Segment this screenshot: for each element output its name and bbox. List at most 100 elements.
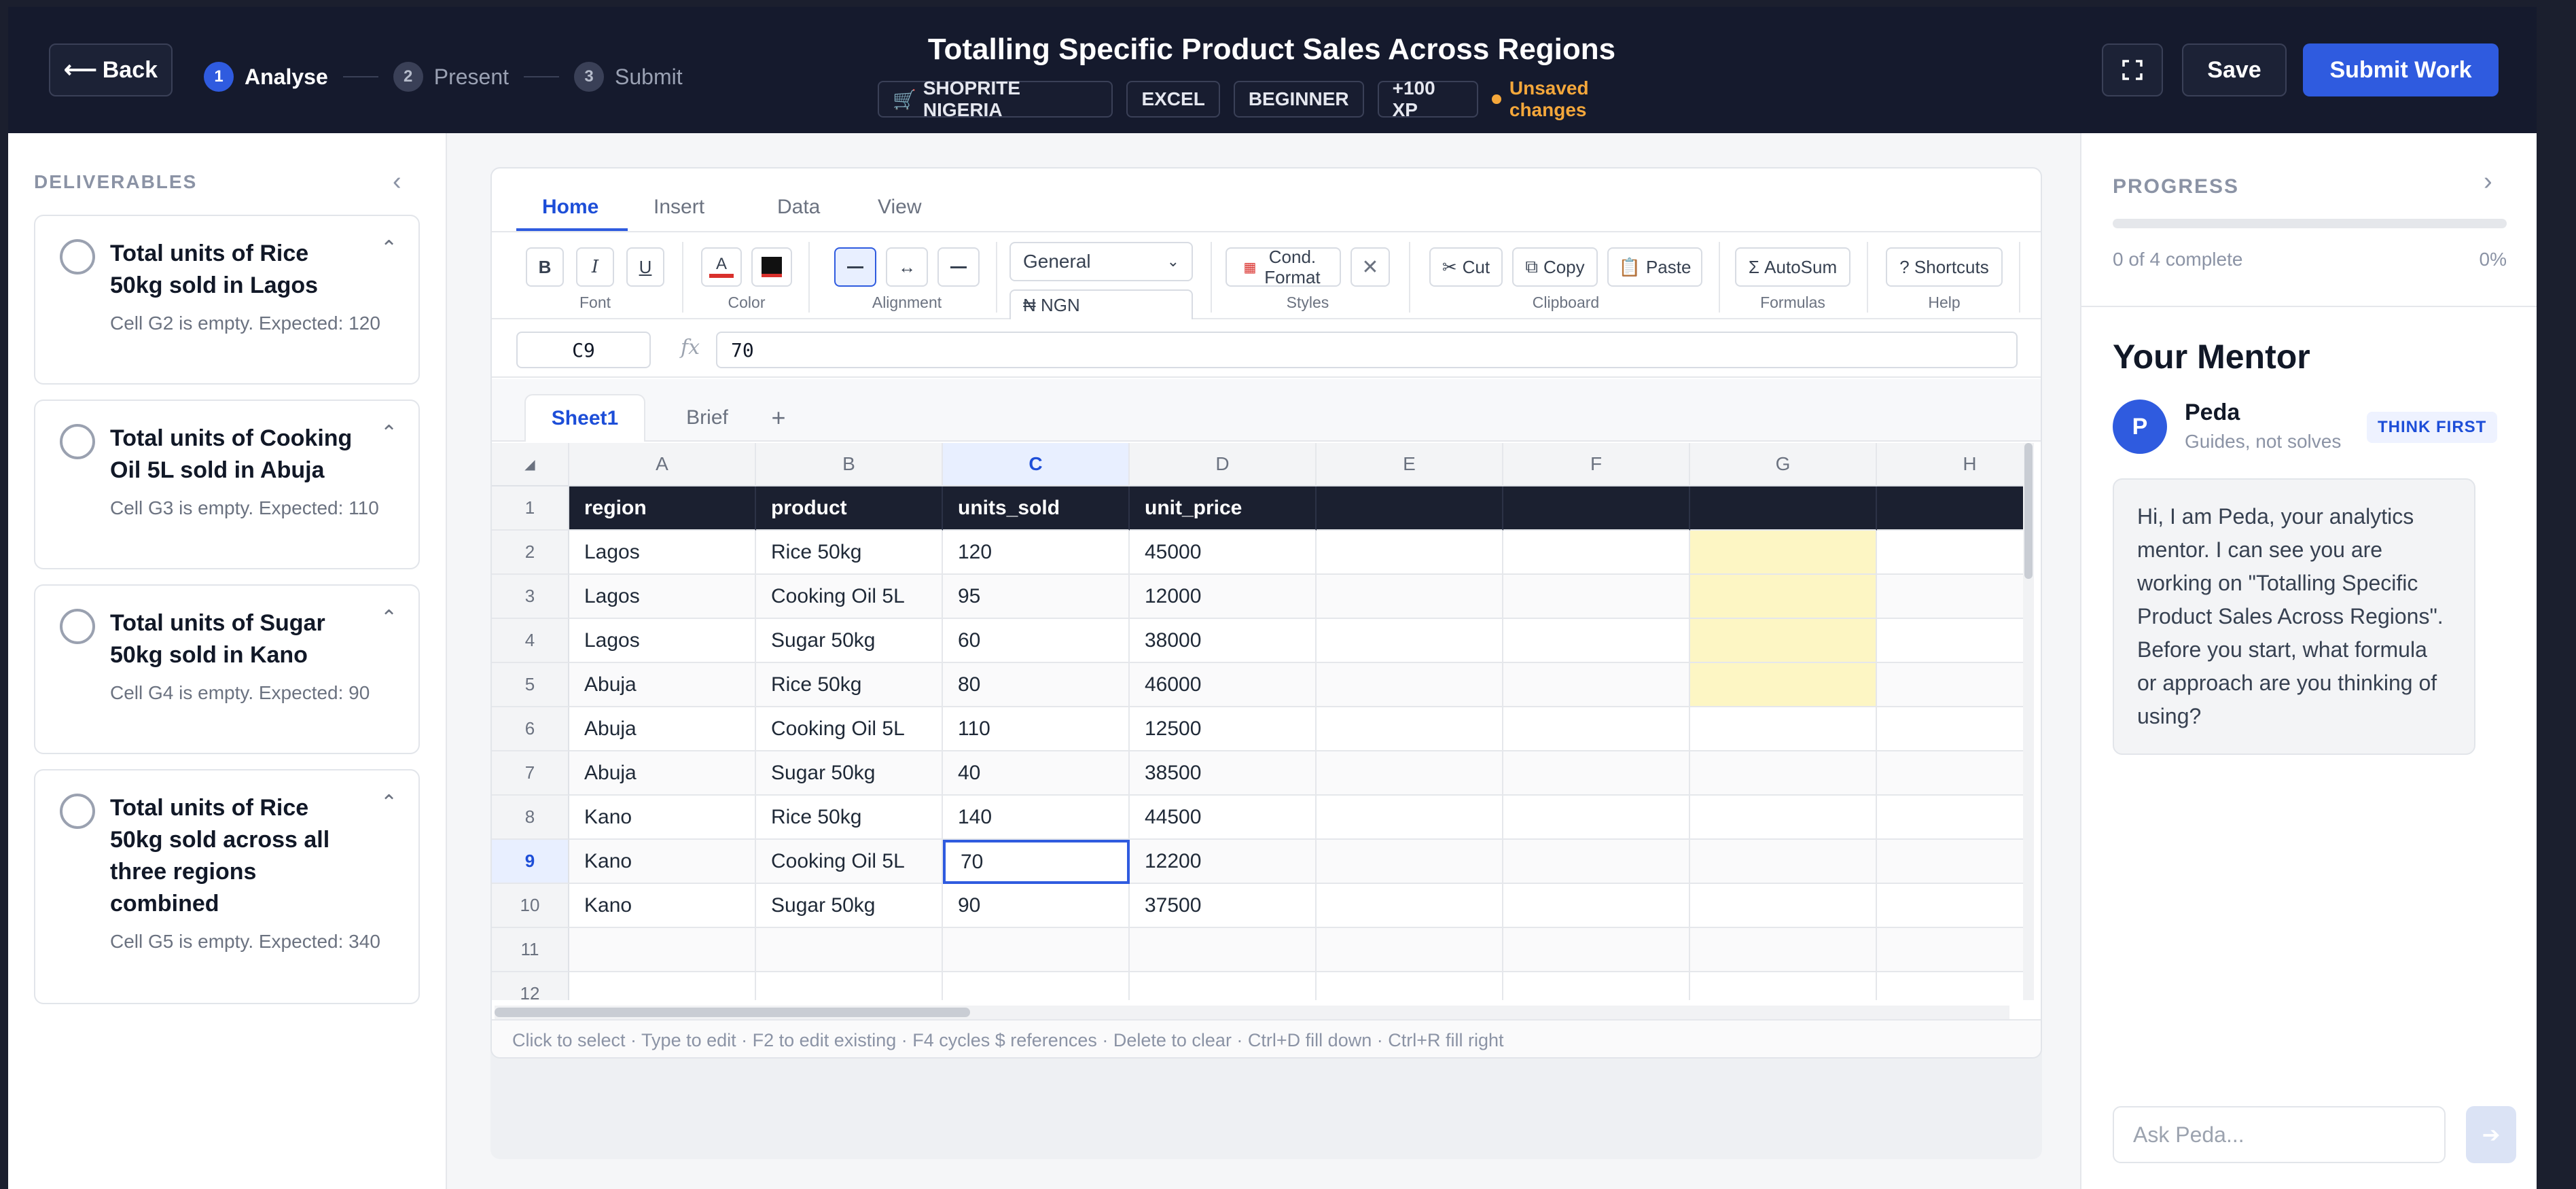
ask-mentor-input[interactable]: Ask Peda... xyxy=(2113,1106,2446,1163)
grid-cell[interactable]: Abuja xyxy=(569,663,756,707)
add-sheet-button[interactable]: + xyxy=(758,394,799,442)
grid-cell[interactable]: 60 xyxy=(943,619,1130,663)
grid-cell[interactable]: 95 xyxy=(943,575,1130,619)
grid-cell[interactable] xyxy=(1877,663,2027,707)
grid-cell[interactable] xyxy=(1503,840,1690,884)
deliverable-card-4[interactable]: Total units of Rice 50kg sold across all… xyxy=(34,769,420,1004)
active-cell[interactable]: 70 xyxy=(943,840,1130,884)
row-header[interactable]: 5 xyxy=(492,663,569,707)
grid-cell[interactable] xyxy=(1877,972,2027,1000)
chevron-up-icon[interactable]: ⌃ xyxy=(380,606,397,630)
header-cell[interactable]: units_sold xyxy=(943,486,1130,531)
grid-cell[interactable] xyxy=(1877,707,2027,751)
header-cell[interactable] xyxy=(1503,486,1690,531)
row-header[interactable]: 7 xyxy=(492,751,569,796)
grid-cell[interactable]: Kano xyxy=(569,796,756,840)
grid-cell[interactable]: 90 xyxy=(943,884,1130,928)
sheet-tab-brief[interactable]: Brief xyxy=(670,394,745,442)
grid-cell[interactable]: Cooking Oil 5L xyxy=(756,575,943,619)
grid-cell[interactable] xyxy=(1317,575,1503,619)
grid-cell[interactable] xyxy=(1690,796,1877,840)
align-left-button[interactable] xyxy=(834,247,876,287)
deliverable-card-2[interactable]: Total units of Cooking Oil 5L sold in Ab… xyxy=(34,400,420,569)
chevron-right-icon[interactable]: › xyxy=(2484,167,2492,196)
grid-cell[interactable]: 44500 xyxy=(1130,796,1317,840)
column-header-d[interactable]: D xyxy=(1130,443,1317,486)
grid-cell[interactable] xyxy=(1317,884,1503,928)
font-color-button[interactable]: A xyxy=(701,247,742,287)
grid-cell[interactable] xyxy=(943,972,1130,1000)
grid-cell[interactable]: 110 xyxy=(943,707,1130,751)
grid-cell[interactable]: Rice 50kg xyxy=(756,663,943,707)
grid-cell[interactable] xyxy=(1690,575,1877,619)
currency-select[interactable]: ₦ NGN xyxy=(1009,289,1193,319)
vertical-scrollbar[interactable] xyxy=(2023,443,2034,1000)
row-header[interactable]: 10 xyxy=(492,884,569,928)
grid-cell[interactable] xyxy=(569,928,756,972)
grid-cell[interactable] xyxy=(1503,928,1690,972)
grid-cell[interactable] xyxy=(1690,619,1877,663)
tab-view[interactable]: View xyxy=(878,196,921,219)
row-header[interactable]: 12 xyxy=(492,972,569,1000)
grid-cell[interactable]: 120 xyxy=(943,531,1130,575)
fullscreen-button[interactable] xyxy=(2102,43,2163,96)
grid-cell[interactable]: Lagos xyxy=(569,531,756,575)
send-button[interactable]: ➔ xyxy=(2466,1106,2516,1163)
grid-cell[interactable]: Rice 50kg xyxy=(756,531,943,575)
grid-cell[interactable] xyxy=(1690,663,1877,707)
deliverable-card-3[interactable]: Total units of Sugar 50kg sold in Kano ⌃… xyxy=(34,584,420,754)
grid-cell[interactable] xyxy=(1690,707,1877,751)
grid-cell[interactable]: Sugar 50kg xyxy=(756,751,943,796)
grid-cell[interactable] xyxy=(1877,796,2027,840)
grid-cell[interactable] xyxy=(1503,575,1690,619)
spreadsheet-grid[interactable]: ◢ A B C D E F G H 1 region product units_sold unit_pr… xyxy=(492,443,2027,1000)
grid-cell[interactable]: 140 xyxy=(943,796,1130,840)
tab-data[interactable]: Data xyxy=(777,196,820,219)
align-right-button[interactable] xyxy=(937,247,980,287)
grid-cell[interactable] xyxy=(1877,575,2027,619)
shortcuts-button[interactable]: ? Shortcuts xyxy=(1886,247,2003,287)
header-cell[interactable] xyxy=(1317,486,1503,531)
grid-cell[interactable]: Lagos xyxy=(569,619,756,663)
grid-cell[interactable]: 38000 xyxy=(1130,619,1317,663)
grid-cell[interactable] xyxy=(1690,840,1877,884)
grid-cell[interactable] xyxy=(1317,619,1503,663)
grid-cell[interactable] xyxy=(1317,972,1503,1000)
grid-cell[interactable] xyxy=(1877,928,2027,972)
horizontal-scrollbar[interactable] xyxy=(495,1006,2009,1019)
clear-format-button[interactable]: ✕ xyxy=(1350,247,1390,287)
grid-cell[interactable] xyxy=(1317,707,1503,751)
grid-cell[interactable] xyxy=(1503,663,1690,707)
column-header-g[interactable]: G xyxy=(1690,443,1877,486)
copy-button[interactable]: ⧉ Copy xyxy=(1512,247,1598,287)
row-header[interactable]: 6 xyxy=(492,707,569,751)
grid-cell[interactable]: Kano xyxy=(569,840,756,884)
grid-cell[interactable]: Rice 50kg xyxy=(756,796,943,840)
column-header-h[interactable]: H xyxy=(1877,443,2027,486)
grid-cell[interactable] xyxy=(1130,972,1317,1000)
column-header-e[interactable]: E xyxy=(1317,443,1503,486)
underline-button[interactable]: U xyxy=(626,247,664,287)
grid-cell[interactable] xyxy=(1877,884,2027,928)
tab-insert[interactable]: Insert xyxy=(654,196,704,219)
back-button[interactable]: ⟵ Back xyxy=(49,43,173,96)
grid-cell[interactable]: 37500 xyxy=(1130,884,1317,928)
grid-cell[interactable] xyxy=(1690,751,1877,796)
grid-cell[interactable]: Cooking Oil 5L xyxy=(756,840,943,884)
paste-button[interactable]: 📋 Paste xyxy=(1607,247,1702,287)
grid-cell[interactable]: Abuja xyxy=(569,707,756,751)
scrollbar-thumb[interactable] xyxy=(2024,443,2033,579)
grid-cell[interactable] xyxy=(1503,972,1690,1000)
row-header[interactable]: 1 xyxy=(492,486,569,531)
grid-cell[interactable] xyxy=(1503,751,1690,796)
grid-cell[interactable]: Cooking Oil 5L xyxy=(756,707,943,751)
grid-cell[interactable] xyxy=(1877,531,2027,575)
grid-cell[interactable] xyxy=(1877,619,2027,663)
grid-cell[interactable] xyxy=(1690,928,1877,972)
column-header-a[interactable]: A xyxy=(569,443,756,486)
row-header[interactable]: 2 xyxy=(492,531,569,575)
sheet-tab-sheet1[interactable]: Sheet1 xyxy=(524,394,645,442)
header-cell[interactable] xyxy=(1690,486,1877,531)
chevron-up-icon[interactable]: ⌃ xyxy=(380,791,397,815)
grid-cell[interactable] xyxy=(1690,884,1877,928)
